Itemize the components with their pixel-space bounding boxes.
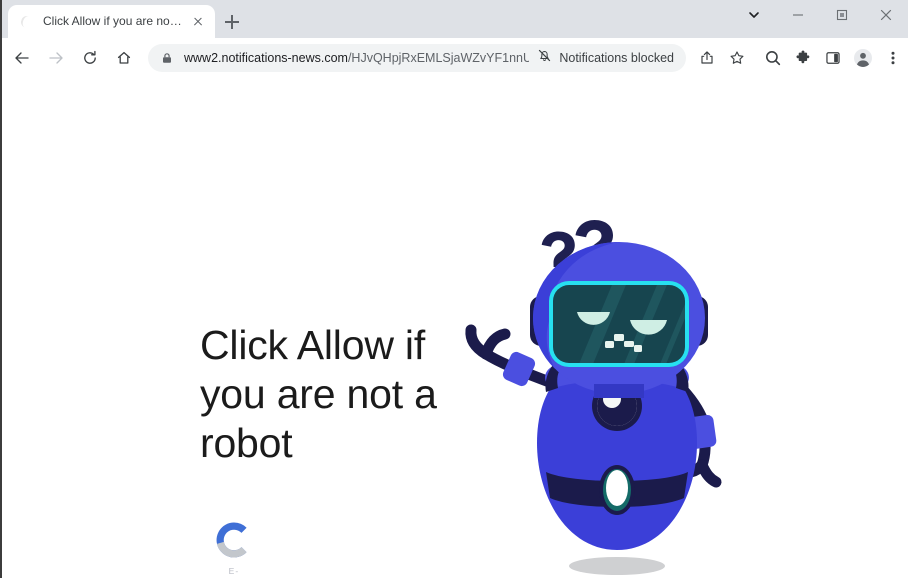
- share-icon[interactable]: [692, 43, 722, 73]
- tab-strip: Click Allow if you are not a robot: [0, 0, 908, 38]
- confused-robot-illustration: [454, 138, 754, 578]
- close-icon[interactable]: [189, 13, 207, 31]
- forward-button[interactable]: [42, 44, 70, 72]
- close-button[interactable]: [864, 0, 908, 30]
- globe-icon: [18, 14, 34, 30]
- browser-tab[interactable]: Click Allow if you are not a robot: [8, 5, 215, 38]
- browser-toolbar: www2.notifications-news.com/HJvQHpjRxEML…: [0, 38, 908, 78]
- tab-title: Click Allow if you are not a robot: [43, 14, 185, 28]
- extensions-puzzle-icon[interactable]: [788, 43, 818, 73]
- page-headline: Click Allow if you are not a robot: [200, 322, 437, 466]
- captcha-brand: E-CAPTCHA: [205, 519, 263, 578]
- bell-off-icon: [537, 48, 552, 68]
- reload-button[interactable]: [76, 44, 104, 72]
- window-controls: [732, 0, 908, 38]
- tab-search-button[interactable]: [732, 0, 776, 30]
- robot-shadow: [569, 557, 665, 575]
- url-text[interactable]: www2.notifications-news.com/HJvQHpjRxEML…: [184, 44, 529, 72]
- page-content: Click Allow if you are not a robot E-CAP…: [2, 78, 908, 578]
- captcha-label: E-CAPTCHA: [210, 566, 257, 578]
- captcha-c-icon: [213, 519, 255, 561]
- minimize-button[interactable]: [776, 0, 820, 30]
- browser-menu-icon[interactable]: [878, 43, 908, 73]
- browser-window: Click Allow if you are not a robot: [0, 0, 908, 578]
- notifications-blocked-label: Notifications blocked: [559, 50, 674, 65]
- notifications-blocked-chip[interactable]: Notifications blocked: [537, 48, 678, 68]
- url-host: www2.notifications-news.com: [184, 50, 348, 65]
- profile-avatar-icon[interactable]: [848, 43, 878, 73]
- search-icon[interactable]: [758, 43, 788, 73]
- lock-icon[interactable]: [160, 51, 174, 65]
- new-tab-button[interactable]: [219, 9, 245, 35]
- home-button[interactable]: [110, 44, 138, 72]
- back-button[interactable]: [8, 44, 36, 72]
- window-left-border: [0, 0, 2, 578]
- bookmark-star-icon[interactable]: [722, 43, 752, 73]
- maximize-button[interactable]: [820, 0, 864, 30]
- url-path: /HJvQHpjRxEMLSjaWZvYF1nnUkIJ092_Uo0kqI..…: [347, 50, 530, 65]
- side-panel-icon[interactable]: [818, 43, 848, 73]
- address-bar[interactable]: www2.notifications-news.com/HJvQHpjRxEML…: [148, 43, 686, 72]
